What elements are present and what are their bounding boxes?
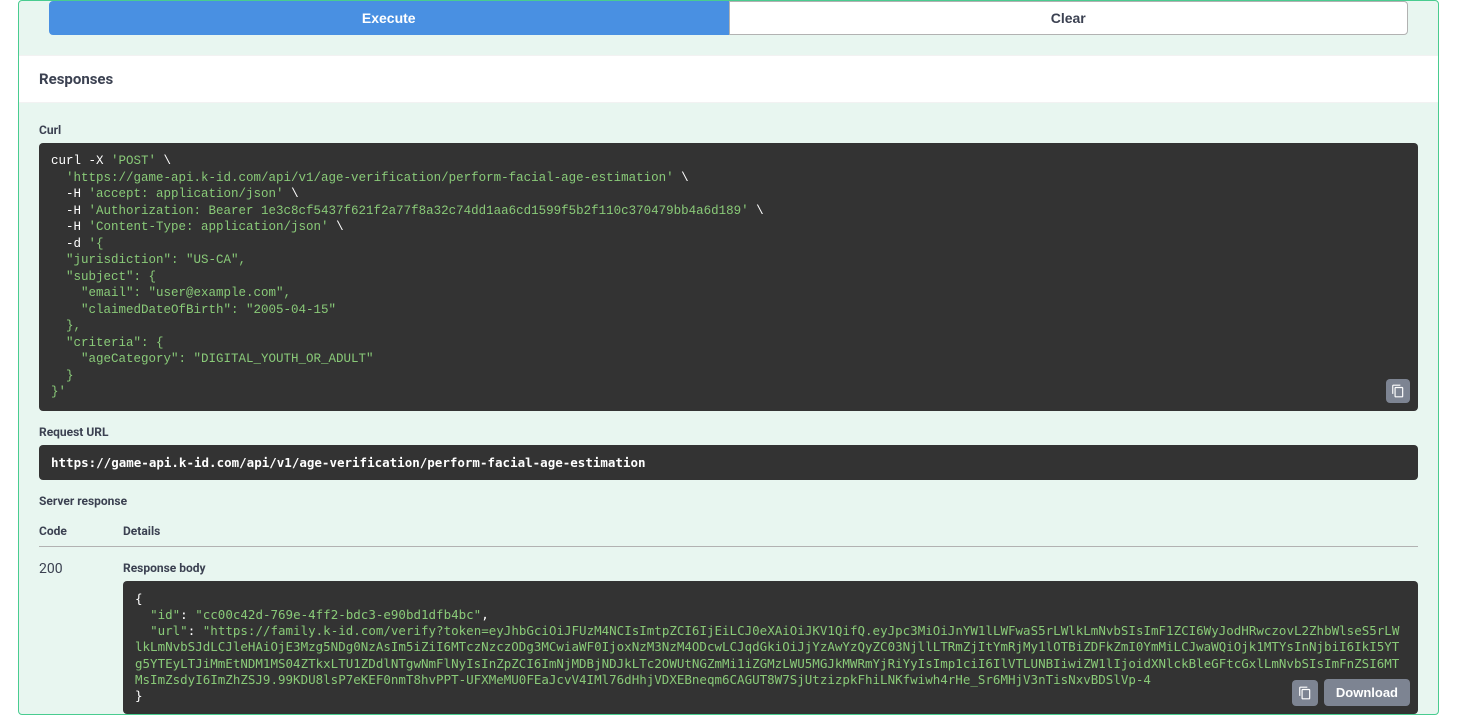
server-response-label: Server response: [39, 494, 1418, 508]
curl-text: 'https://game-api.k-id.com/api/v1/age-ve…: [66, 171, 674, 185]
request-url-label: Request URL: [39, 425, 1418, 439]
details-column-header: Details: [123, 524, 1418, 538]
curl-text: -H: [51, 204, 89, 218]
copy-response-button[interactable]: [1292, 680, 1318, 706]
execute-button[interactable]: Execute: [49, 1, 729, 35]
download-button[interactable]: Download: [1324, 679, 1410, 706]
json-text: }: [135, 688, 143, 703]
json-text: :: [180, 607, 195, 622]
response-code: 200: [39, 561, 123, 715]
request-url-block: https://game-api.k-id.com/api/v1/age-ver…: [39, 445, 1418, 480]
response-body-block: { "id": "cc00c42d-769e-4ff2-bdc3-e90bd1d…: [123, 581, 1418, 715]
curl-text: "ageCategory": "DIGITAL_YOUTH_OR_ADULT": [51, 352, 374, 366]
curl-text: curl -X: [51, 154, 111, 168]
clipboard-icon: [1298, 686, 1312, 700]
curl-text: -H: [51, 220, 89, 234]
clipboard-icon: [1391, 384, 1405, 398]
curl-text: 'Content-Type: application/json': [89, 220, 329, 234]
curl-text: 'accept: application/json': [89, 187, 284, 201]
curl-text: "subject": {: [51, 270, 156, 284]
curl-code-block: curl -X 'POST' \ 'https://game-api.k-id.…: [39, 143, 1418, 411]
response-content: Curl curl -X 'POST' \ 'https://game-api.…: [19, 103, 1438, 714]
curl-text: '{: [89, 237, 104, 251]
curl-text: "criteria": {: [51, 336, 164, 350]
json-key: "id": [150, 607, 180, 622]
response-row: 200 Response body { "id": "cc00c42d-769e…: [39, 547, 1418, 715]
curl-text: \: [284, 187, 299, 201]
curl-text: \: [156, 154, 171, 168]
curl-text: 'POST': [111, 154, 156, 168]
curl-text: [51, 171, 66, 185]
response-details: Response body { "id": "cc00c42d-769e-4ff…: [123, 561, 1418, 715]
response-body-label: Response body: [123, 561, 1418, 575]
download-controls: Download: [1292, 679, 1410, 706]
curl-text: }: [51, 369, 74, 383]
json-text: {: [135, 591, 143, 606]
curl-text: "jurisdiction": "US-CA",: [51, 253, 246, 267]
responses-heading: Responses: [19, 55, 1438, 103]
curl-text: \: [749, 204, 764, 218]
clear-button[interactable]: Clear: [729, 1, 1409, 35]
curl-label: Curl: [39, 123, 1418, 137]
curl-text: -H: [51, 187, 89, 201]
json-text: ,: [481, 607, 489, 622]
curl-text: \: [674, 171, 689, 185]
curl-text: \: [329, 220, 344, 234]
json-text: :: [188, 623, 203, 638]
curl-text: }': [51, 385, 66, 399]
curl-text: 'Authorization: Bearer 1e3c8cf5437f621f2…: [89, 204, 749, 218]
curl-text: -d: [51, 237, 89, 251]
operation-block: Execute Clear Responses Curl curl -X 'PO…: [18, 0, 1439, 715]
code-column-header: Code: [39, 524, 123, 538]
action-buttons: Execute Clear: [19, 1, 1438, 55]
curl-text: "email": "user@example.com",: [51, 286, 291, 300]
copy-curl-button[interactable]: [1386, 379, 1410, 403]
json-value: "https://family.k-id.com/verify?token=ey…: [135, 623, 1399, 687]
json-key: "url": [150, 623, 188, 638]
json-value: "cc00c42d-769e-4ff2-bdc3-e90bd1dfb4bc": [195, 607, 481, 622]
response-table-header: Code Details: [39, 514, 1418, 547]
curl-text: },: [51, 319, 81, 333]
curl-text: "claimedDateOfBirth": "2005-04-15": [51, 303, 336, 317]
